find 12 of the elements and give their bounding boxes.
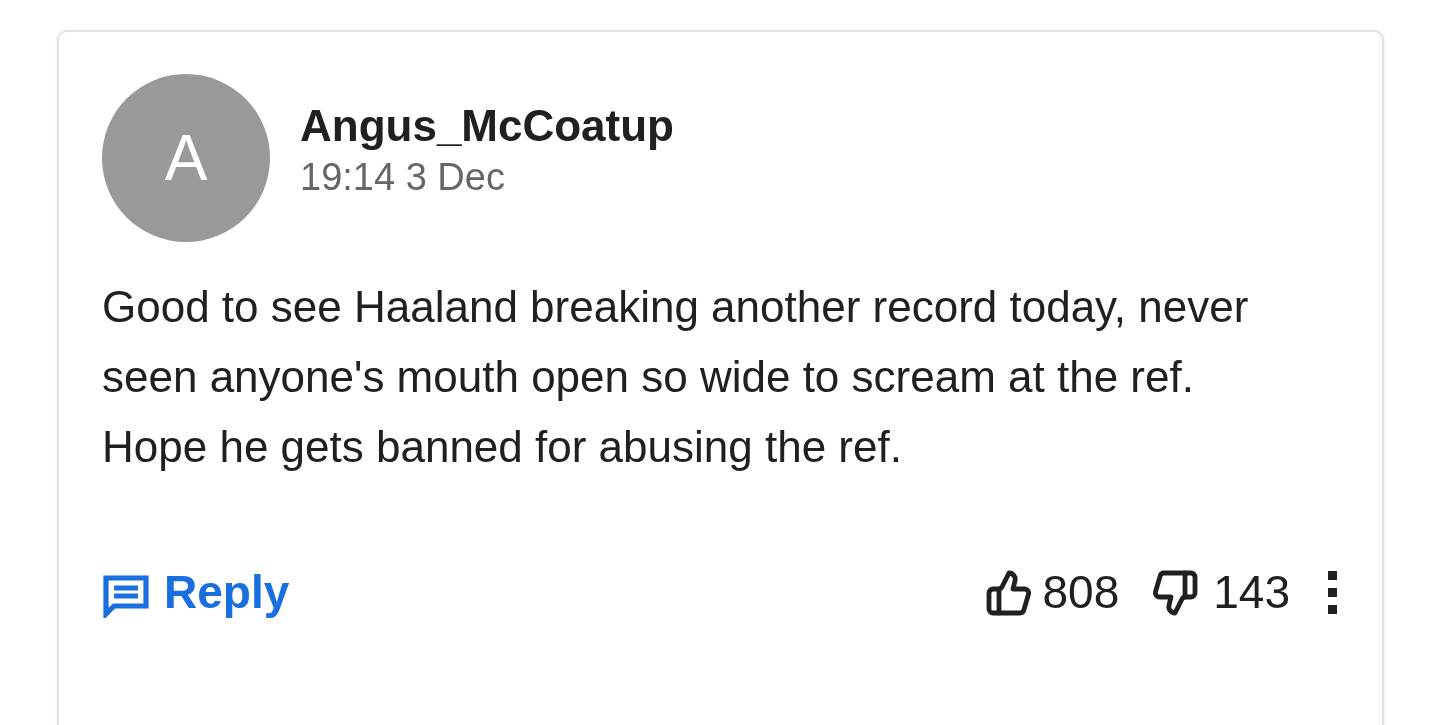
thumbs-down-icon bbox=[1151, 568, 1200, 617]
avatar: A bbox=[102, 74, 270, 242]
comment-text: Hope he gets banned for abusing the ref. bbox=[102, 421, 903, 473]
author-name[interactable]: Angus_McCoatup bbox=[300, 98, 674, 154]
like-button[interactable]: 808 bbox=[984, 558, 1120, 627]
timestamp: 19:14 3 Dec bbox=[300, 155, 506, 200]
reply-button[interactable]: Reply bbox=[102, 558, 290, 627]
comment-icon bbox=[102, 573, 150, 618]
comment-text: Good to see Haaland breaking another record today, never seen anyone's mouth open so wide to scream at the ref. bbox=[102, 281, 1250, 403]
more-options-icon[interactable] bbox=[1328, 571, 1337, 614]
thumbs-up-icon bbox=[984, 568, 1033, 617]
dislike-button[interactable]: 143 bbox=[1151, 558, 1290, 627]
